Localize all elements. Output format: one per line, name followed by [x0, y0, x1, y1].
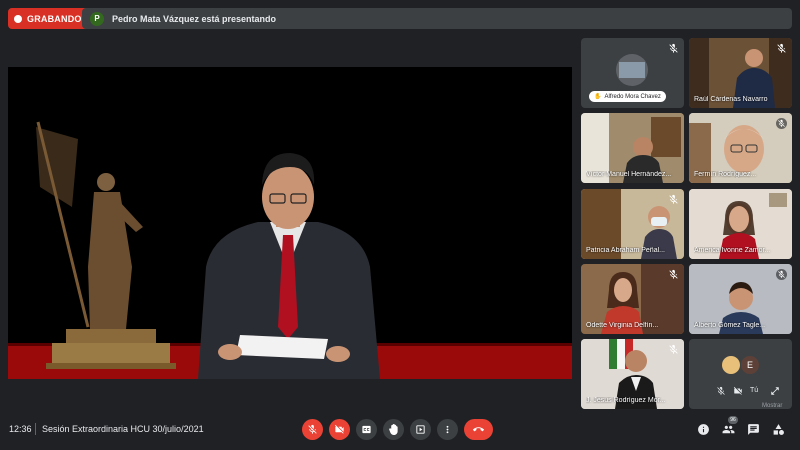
raise-hand-button[interactable] — [383, 419, 404, 440]
present-screen-icon — [416, 425, 425, 434]
hand-icon — [389, 424, 398, 435]
participant-tile[interactable]: Patricia Abraham Peñal... — [581, 189, 684, 259]
info-icon[interactable] — [697, 423, 710, 436]
self-tile[interactable]: E Tú — [689, 339, 792, 409]
self-avatar: E — [741, 356, 759, 374]
presenter-avatar: P — [90, 11, 104, 26]
recording-badge: GRABANDO — [8, 8, 90, 29]
more-vert-icon — [446, 425, 449, 434]
mic-off-icon — [669, 194, 678, 204]
participant-tile[interactable]: Fermín Rodríguez... — [689, 113, 792, 183]
mic-off-icon — [669, 344, 678, 354]
participant-name: Fermín Rodríguez... — [694, 171, 757, 178]
recording-label: GRABANDO — [27, 13, 82, 24]
recording-dot-icon — [14, 14, 22, 23]
presenter-figure — [198, 153, 380, 379]
chat-icon[interactable] — [747, 423, 760, 436]
participant-tile[interactable]: Alberto Gómez Tagle... — [689, 264, 792, 334]
divider — [35, 423, 36, 435]
participant-name: Raúl Cárdenas Navarro — [694, 96, 768, 103]
participant-name: Patricia Abraham Peñal... — [586, 247, 665, 254]
participant-name: Alfredo Mora Chavez — [604, 93, 661, 100]
call-end-icon — [473, 427, 484, 432]
presentation-stage[interactable] — [8, 67, 572, 379]
captions-button[interactable] — [356, 419, 377, 440]
people-icon[interactable] — [722, 423, 735, 436]
expand-icon[interactable] — [770, 386, 780, 396]
more-options-button[interactable] — [437, 419, 458, 440]
presenting-banner: P Pedro Mata Vázquez está presentando — [82, 8, 792, 29]
presenter-video — [8, 121, 572, 379]
participant-tile[interactable]: Odette Virginia Delfín... — [581, 264, 684, 334]
participant-tile[interactable]: Raúl Cárdenas Navarro — [689, 38, 792, 108]
leave-call-button[interactable] — [464, 419, 493, 440]
participant-name: Alberto Gómez Tagle... — [694, 322, 766, 329]
presenting-text: Pedro Mata Vázquez está presentando — [112, 13, 277, 24]
camera-off-icon[interactable] — [733, 386, 743, 396]
participant-name: Víctor Manuel Hernández... — [586, 171, 672, 178]
meeting-title: Sesión Extraordinaria HCU 30/julio/2021 — [42, 424, 204, 434]
raised-hand-icon: ✋ — [594, 94, 602, 100]
mic-off-icon — [669, 269, 678, 279]
bottom-toolbar: 12:36 Sesión Extraordinaria HCU 30/julio… — [0, 410, 800, 450]
present-button[interactable] — [410, 419, 431, 440]
mic-off-icon — [308, 424, 317, 434]
activities-icon[interactable] — [772, 423, 785, 436]
mic-off-icon[interactable] — [716, 386, 726, 396]
mic-off-icon — [777, 43, 786, 53]
show-label[interactable]: Mostrar — [762, 403, 782, 409]
captions-icon — [362, 425, 371, 434]
participant-tile[interactable]: Víctor Manuel Hernández... — [581, 113, 684, 183]
clock-time: 12:36 — [9, 424, 32, 434]
self-label: Tú — [750, 387, 759, 394]
participant-name: Odette Virginia Delfín... — [586, 322, 659, 329]
camera-toggle-button[interactable] — [329, 419, 350, 440]
mic-off-icon — [776, 269, 787, 280]
participants-count-badge: 96 — [728, 416, 738, 424]
camera-off-icon — [334, 424, 344, 434]
mic-toggle-button[interactable] — [302, 419, 323, 440]
participant-name: J. Jesus Rodríguez Mor... — [586, 397, 666, 404]
raised-hand-pill: ✋ Alfredo Mora Chavez — [589, 91, 666, 102]
participant-tile[interactable]: ✋ Alfredo Mora Chavez — [581, 38, 684, 108]
participant-tile[interactable]: J. Jesus Rodríguez Mor... — [581, 339, 684, 409]
mic-off-icon — [669, 43, 678, 53]
mic-off-icon — [776, 118, 787, 129]
participant-tile[interactable]: America Ivonne Zamor... — [689, 189, 792, 259]
participant-name: America Ivonne Zamor... — [694, 247, 771, 254]
statue-image — [36, 121, 176, 369]
others-avatar — [722, 356, 740, 374]
